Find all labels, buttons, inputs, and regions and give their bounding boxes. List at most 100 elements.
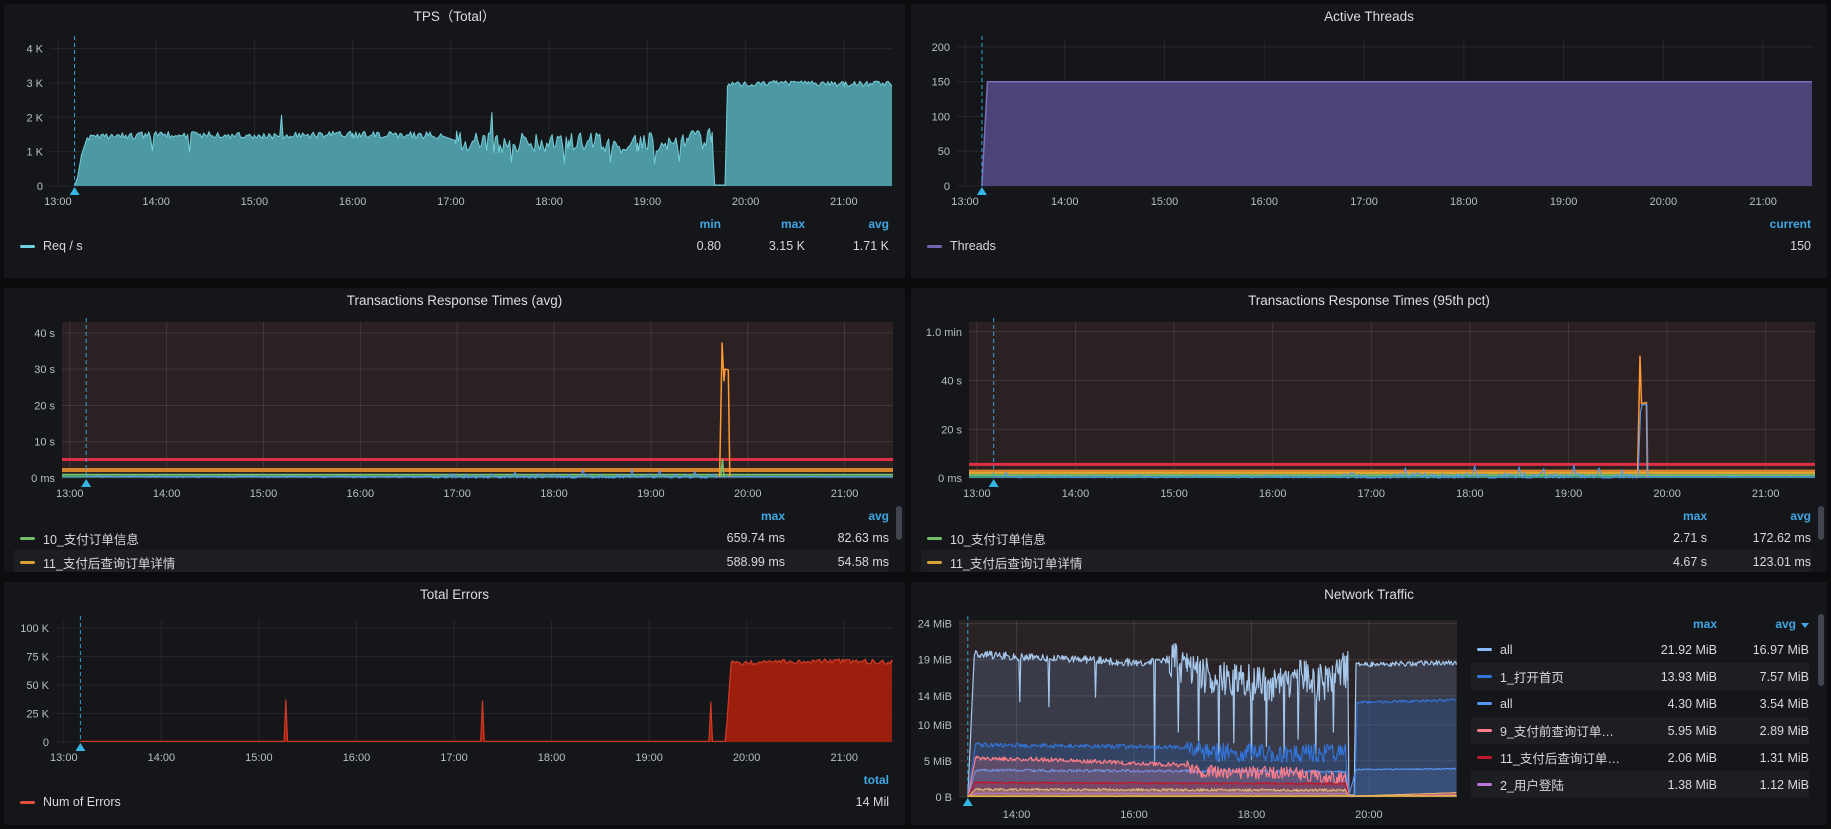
legend-sort-max[interactable]: max (721, 217, 805, 231)
svg-text:17:00: 17:00 (1358, 488, 1386, 500)
series-label[interactable]: 11_支付后查询订单详情 (1471, 748, 1625, 767)
active-threads-chart[interactable]: 13:0014:0015:0016:0017:0018:0019:0020:00… (911, 30, 1827, 212)
svg-text:21:00: 21:00 (830, 752, 858, 764)
legend-sort-avg[interactable]: avg (785, 509, 889, 523)
legend-value: 0.80 (637, 239, 721, 253)
svg-text:14:00: 14:00 (148, 752, 176, 764)
series-label[interactable]: Num of Errors (14, 795, 805, 809)
legend-sort-min[interactable]: min (637, 217, 721, 231)
legend-header-row: current (921, 214, 1811, 234)
legend-sort-max[interactable]: max (1625, 617, 1717, 631)
panel-title[interactable]: Total Errors (4, 582, 905, 608)
legend-sort-max[interactable]: max (1603, 509, 1707, 523)
svg-text:10 MiB: 10 MiB (918, 720, 952, 732)
series-color-dash (20, 801, 35, 804)
svg-text:14 MiB: 14 MiB (918, 691, 952, 703)
legend-row: 2_用户登陆1.38 MiB1.12 MiB (1471, 771, 1809, 798)
legend-sort-current[interactable]: current (1727, 217, 1811, 231)
series-label[interactable]: 1_打开首页 (1471, 667, 1625, 686)
svg-text:21:00: 21:00 (830, 196, 858, 208)
legend-sort-avg[interactable]: avg (1717, 617, 1809, 631)
series-label[interactable]: all (1471, 697, 1625, 711)
svg-text:16:00: 16:00 (1120, 809, 1148, 821)
legend-sort-total[interactable]: total (805, 773, 889, 787)
legend-row: Num of Errors14 Mil (14, 790, 889, 814)
svg-text:16:00: 16:00 (347, 488, 375, 500)
legend-value: 3.15 K (721, 239, 805, 253)
panel-title[interactable]: TPS（Total） (4, 4, 905, 30)
svg-text:20:00: 20:00 (1653, 488, 1681, 500)
legend-scrollbar[interactable] (896, 506, 902, 540)
svg-text:20 s: 20 s (34, 400, 55, 412)
svg-text:1 K: 1 K (26, 147, 43, 159)
svg-text:19:00: 19:00 (1555, 488, 1583, 500)
panel-title[interactable]: Network Traffic (911, 582, 1827, 608)
series-label[interactable]: 11_支付后查询订单详情 (14, 553, 681, 572)
svg-text:0: 0 (37, 181, 43, 193)
rt-avg-chart[interactable]: 13:0014:0015:0016:0017:0018:0019:0020:00… (4, 314, 905, 504)
series-label[interactable]: 10_支付订单信息 (14, 529, 681, 548)
svg-text:18:00: 18:00 (538, 752, 566, 764)
series-color-dash (20, 537, 35, 540)
series-label[interactable]: Threads (921, 239, 1727, 253)
series-label[interactable]: 2_用户登陆 (1471, 775, 1625, 794)
svg-text:18:00: 18:00 (535, 196, 563, 208)
legend-value: 3.54 MiB (1717, 697, 1809, 711)
legend-value: 2.71 s (1603, 531, 1707, 545)
series-color-dash (927, 561, 942, 564)
legend-sort-avg[interactable]: avg (805, 217, 889, 231)
panel-title[interactable]: Active Threads (911, 4, 1827, 30)
series-label[interactable]: 10_支付订单信息 (921, 529, 1603, 548)
errors-chart-area: 13:0014:0015:0016:0017:0018:0019:0020:00… (4, 608, 905, 768)
legend-row: 1_打开首页13.93 MiB7.57 MiB (1471, 663, 1809, 690)
legend-header-row: minmaxavg (14, 214, 889, 234)
panel-title[interactable]: Transactions Response Times (avg) (4, 288, 905, 314)
svg-text:40 s: 40 s (34, 328, 55, 340)
legend-value: 123.01 ms (1707, 555, 1811, 569)
series-color-dash (1477, 756, 1492, 759)
svg-text:21:00: 21:00 (1749, 196, 1777, 208)
legend-header-row: maxavg (14, 506, 889, 526)
legend-value: 82.63 ms (785, 531, 889, 545)
svg-text:17:00: 17:00 (437, 196, 465, 208)
panel-active-threads: Active Threads 13:0014:0015:0016:0017:00… (911, 4, 1827, 278)
legend-value: 21.92 MiB (1625, 643, 1717, 657)
legend-value: 54.58 ms (785, 555, 889, 569)
series-label[interactable]: 9_支付前查询订单列表 (1471, 721, 1625, 740)
network-traffic-chart[interactable]: 14:0016:0018:0020:000 B5 MiB10 MiB14 MiB… (911, 608, 1463, 825)
svg-text:20:00: 20:00 (1650, 196, 1678, 208)
svg-text:0 ms: 0 ms (31, 473, 55, 485)
svg-text:14:00: 14:00 (1051, 196, 1079, 208)
legend-scrollbar[interactable] (1818, 506, 1824, 540)
series-label[interactable]: all (1471, 643, 1625, 657)
svg-text:19:00: 19:00 (1550, 196, 1578, 208)
svg-text:0: 0 (43, 737, 49, 749)
network-chart-area: 14:0016:0018:0020:000 B5 MiB10 MiB14 MiB… (911, 608, 1463, 825)
svg-text:15:00: 15:00 (1151, 196, 1179, 208)
rt-95pct-legend: maxavg 10_支付订单信息2.71 s172.62 ms 11_支付后查询订单… (911, 504, 1827, 572)
legend-sort-max[interactable]: max (681, 509, 785, 523)
legend-sort-avg[interactable]: avg (1707, 509, 1811, 523)
panel-total-errors: Total Errors 13:0014:0015:0016:0017:0018… (4, 582, 905, 825)
svg-text:3 K: 3 K (26, 78, 43, 90)
series-label[interactable]: 11_支付后查询订单详情 (921, 553, 1603, 572)
svg-text:19:00: 19:00 (635, 752, 663, 764)
svg-text:150: 150 (932, 77, 950, 89)
series-label[interactable]: Req / s (14, 239, 637, 253)
svg-text:13:00: 13:00 (50, 752, 78, 764)
legend-row: 10_支付订单信息659.74 ms82.63 ms (14, 526, 889, 550)
tps-chart-area: 13:0014:0015:0016:0017:0018:0019:0020:00… (4, 30, 905, 212)
rt-95pct-chart[interactable]: 13:0014:0015:0016:0017:0018:0019:0020:00… (911, 314, 1827, 504)
svg-text:14:00: 14:00 (1062, 488, 1090, 500)
legend-row: Req / s0.803.15 K1.71 K (14, 234, 889, 258)
svg-text:17:00: 17:00 (443, 488, 471, 500)
rt-avg-chart-area: 13:0014:0015:0016:0017:0018:0019:0020:00… (4, 314, 905, 504)
panel-title[interactable]: Transactions Response Times (95th pct) (911, 288, 1827, 314)
svg-text:15:00: 15:00 (1160, 488, 1188, 500)
legend-value: 172.62 ms (1707, 531, 1811, 545)
panel-tps: TPS（Total） 13:0014:0015:0016:0017:0018:0… (4, 4, 905, 278)
total-errors-chart[interactable]: 13:0014:0015:0016:0017:0018:0019:0020:00… (4, 608, 905, 768)
legend-scrollbar[interactable] (1818, 614, 1824, 686)
svg-text:17:00: 17:00 (440, 752, 468, 764)
tps-chart[interactable]: 13:0014:0015:0016:0017:0018:0019:0020:00… (4, 30, 905, 212)
